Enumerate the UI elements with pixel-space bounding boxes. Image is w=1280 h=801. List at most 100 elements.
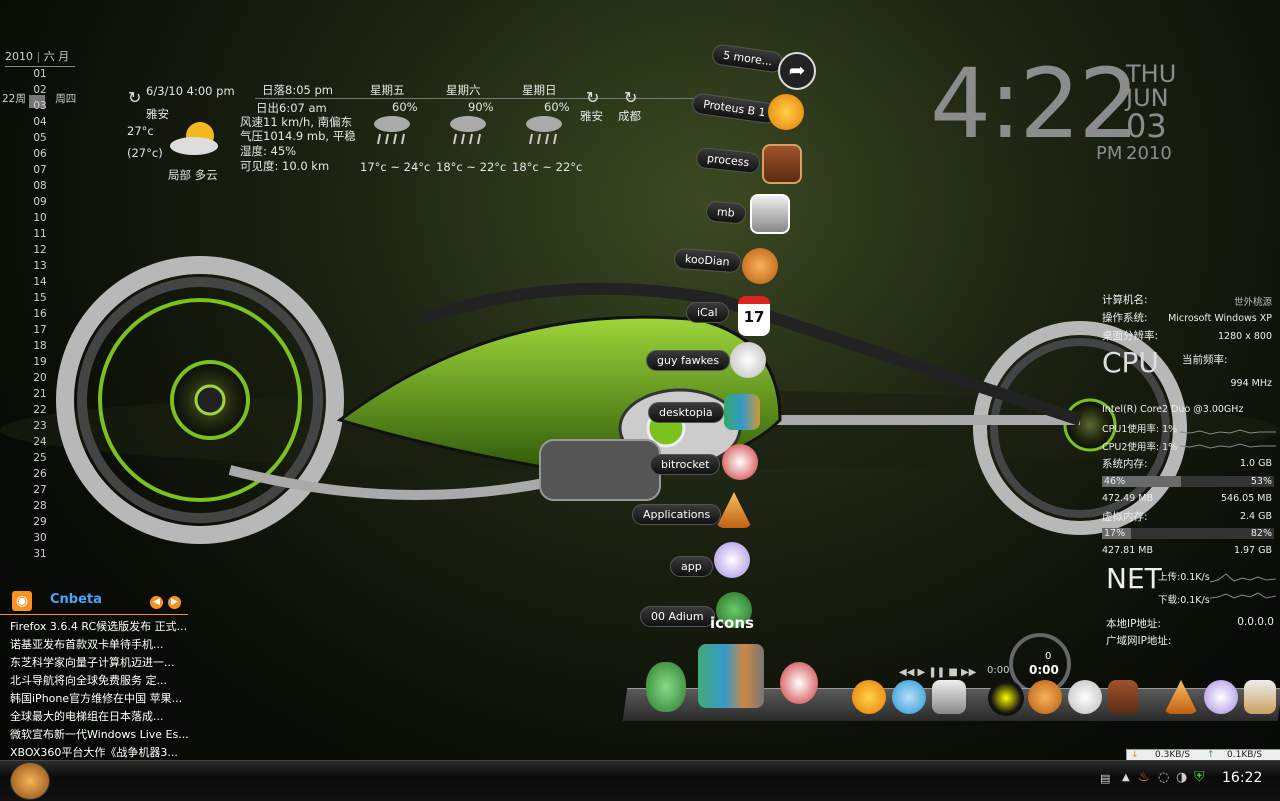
dock-stack: 5 more... ➦ Proteus B 1 process mb kooDi… [630, 40, 820, 640]
photo-icon[interactable] [932, 680, 966, 714]
calendar-day[interactable]: 10 [30, 212, 50, 224]
news-item[interactable]: 全球最大的电梯组在日本落成... [10, 708, 188, 724]
taskbar-clock[interactable]: 16:22 [1222, 770, 1262, 786]
process-icon[interactable] [762, 144, 802, 184]
calendar-month: 六 月 [43, 50, 70, 63]
qq-penguin-icon[interactable] [988, 680, 1024, 716]
calendar-day[interactable]: 01 [30, 68, 50, 80]
itunes-icon[interactable] [714, 542, 750, 578]
weather-location-a[interactable]: 雅安 [580, 108, 603, 124]
news-item[interactable]: 北斗导航将向全球免费服务 定... [10, 672, 188, 688]
calendar-day[interactable]: 23 [30, 420, 50, 432]
net-title: NET [1106, 562, 1162, 595]
calendar-day[interactable]: 12 [30, 244, 50, 256]
stack-label-mb[interactable]: mb [705, 200, 747, 225]
app-tray-icon[interactable]: ♨ [1138, 770, 1150, 785]
net-meter-up: 0.1KB/S [1227, 750, 1263, 760]
stack-label-process[interactable]: process [695, 146, 762, 175]
calendar-day[interactable]: 28 [30, 500, 50, 512]
network-icon[interactable]: ◌ [1158, 770, 1169, 785]
calendar-day[interactable]: 09 [30, 196, 50, 208]
news-item[interactable]: 诺基亚发布首款双卡单待手机... [10, 636, 188, 652]
calendar-day[interactable]: 13 [30, 260, 50, 272]
rain-icon [524, 114, 564, 153]
adium-duck-icon[interactable] [646, 662, 686, 712]
stack-label-bitrocket[interactable]: bitrocket [650, 454, 721, 475]
calendar-day[interactable]: 16 [30, 308, 50, 320]
calendar-day[interactable]: 07 [30, 164, 50, 176]
news-item[interactable]: 微软宣布新一代Windows Live Es... [10, 726, 188, 742]
calendar-day[interactable]: 08 [30, 180, 50, 192]
rocket-icon[interactable] [722, 444, 758, 480]
news-item[interactable]: 东芝科学家向量子计算机迈进一... [10, 654, 188, 670]
desktopia-icon[interactable] [724, 394, 760, 430]
news-prev-button[interactable]: ◀ [150, 596, 163, 609]
calendar-day[interactable]: 05 [30, 132, 50, 144]
clock-day: 03 [1126, 107, 1167, 145]
stack-label-koodian[interactable]: kooDian [673, 247, 742, 274]
news-item[interactable]: Firefox 3.6.4 RC候选版发布 正式... [10, 618, 188, 634]
calendar-day[interactable]: 06 [30, 148, 50, 160]
calendar-day[interactable]: 29 [30, 516, 50, 528]
weather-sunset: 日落8:05 pm [262, 83, 333, 97]
refresh-icon[interactable]: ↻ [128, 88, 141, 107]
proteus-icon[interactable] [768, 94, 804, 130]
stack-label-applications[interactable]: Applications [632, 504, 722, 525]
calendar-day[interactable]: 04 [30, 116, 50, 128]
news-title[interactable]: Cnbeta [50, 592, 102, 607]
proteus-icon[interactable] [852, 680, 886, 714]
calendar-day[interactable]: 21 [30, 388, 50, 400]
volume-icon[interactable]: ◑ [1176, 770, 1187, 785]
calendar-day[interactable]: 31 [30, 548, 50, 560]
news-item[interactable]: 韩国iPhone官方维修在中国 苹果... [10, 690, 188, 706]
calendar-day[interactable]: 11 [30, 228, 50, 240]
mask-icon[interactable] [1068, 680, 1102, 714]
weather-humidity: 湿度: 45% [240, 144, 297, 158]
applications-icon[interactable] [716, 492, 752, 528]
calendar-day[interactable]: 22 [30, 404, 50, 416]
news-item[interactable]: XBOX360平台大作《战争机器3... [10, 744, 188, 760]
start-button[interactable] [10, 762, 50, 800]
stack-label-guy-fawkes[interactable]: guy fawkes [646, 350, 731, 371]
news-next-button[interactable]: ▶ [168, 596, 181, 609]
swap-icon[interactable]: ↻ [586, 88, 599, 107]
calendar-day[interactable]: 24 [30, 436, 50, 448]
monkey-icon[interactable] [742, 248, 778, 284]
rocket-icon[interactable] [780, 662, 818, 704]
photo-icon[interactable] [750, 194, 790, 234]
keyboard-icon[interactable]: ▤ [1100, 772, 1110, 785]
calendar-day[interactable]: 18 [30, 340, 50, 352]
calendar-day[interactable]: 17 [30, 324, 50, 336]
mask-icon[interactable] [730, 342, 766, 378]
itunes-icon[interactable] [1204, 680, 1238, 714]
stack-label-desktopia[interactable]: desktopia [648, 402, 724, 423]
stack-label-more[interactable]: 5 more... [710, 43, 785, 74]
freq-label: 当前频率: [1182, 354, 1228, 366]
applications-icon[interactable] [1164, 680, 1198, 714]
vmem-pct-free: 82% [1250, 528, 1272, 539]
calendar-day[interactable]: 14 [30, 276, 50, 288]
tray-expand-icon[interactable]: ▲ [1122, 772, 1130, 783]
os-label: 操作系统: [1102, 312, 1148, 324]
calendar-icon[interactable]: 17 [738, 296, 770, 336]
stack-books-icon[interactable] [698, 644, 764, 708]
calendar-day[interactable]: 03 [30, 100, 50, 112]
calendar-day[interactable]: 15 [30, 292, 50, 304]
stack-label-app[interactable]: app [670, 556, 713, 577]
monkey-icon[interactable] [1028, 680, 1062, 714]
stack-label-ical[interactable]: iCal [686, 302, 729, 323]
calendar-day[interactable]: 19 [30, 356, 50, 368]
process-icon[interactable] [1108, 680, 1138, 714]
calendar-day[interactable]: 02 [30, 84, 50, 96]
arrow-forward-icon[interactable]: ➦ [778, 52, 816, 90]
calendar-day[interactable]: 25 [30, 452, 50, 464]
stack-label-adium[interactable]: 00 Adium [640, 606, 715, 627]
calendar-day[interactable]: 27 [30, 484, 50, 496]
calendar-day[interactable]: 30 [30, 532, 50, 544]
printer-icon[interactable] [1244, 680, 1276, 714]
stack-label-proteus[interactable]: Proteus B 1 [690, 92, 778, 125]
media-player-icon[interactable] [892, 680, 926, 714]
calendar-day[interactable]: 20 [30, 372, 50, 384]
shield-icon[interactable]: ⛨ [1194, 769, 1205, 785]
calendar-day[interactable]: 26 [30, 468, 50, 480]
